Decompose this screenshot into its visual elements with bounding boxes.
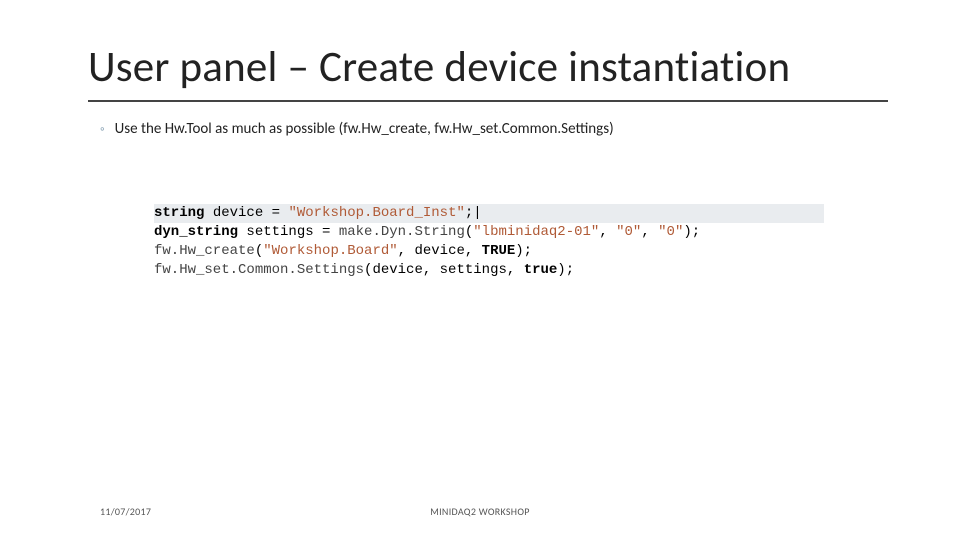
code-token: );: [557, 262, 574, 278]
code-token: device =: [204, 205, 288, 221]
code-token: "0": [616, 224, 641, 240]
code-token: true: [524, 262, 558, 278]
code-token: dyn_string: [154, 224, 238, 240]
bullet-text: Use the Hw.Tool as much as possible (fw.…: [115, 120, 614, 138]
code-token: ,: [599, 224, 616, 240]
code-token: (: [255, 243, 263, 259]
code-token: ,: [641, 224, 658, 240]
code-token: );: [683, 224, 700, 240]
slide: User panel – Create device instantiation…: [0, 0, 960, 540]
bullet-marker-icon: ◦: [100, 122, 105, 137]
code-text: string device = "Workshop.Board_Inst";| …: [154, 204, 700, 280]
code-token: "0": [658, 224, 683, 240]
code-token: fw.Hw_set.Common.Settings: [154, 262, 364, 278]
footer-center: MINIDAQ2 WORKSHOP: [0, 505, 960, 518]
code-token: "lbminidaq2-01": [473, 224, 599, 240]
code-token: (device, settings,: [364, 262, 524, 278]
code-token: fw.Hw_create: [154, 243, 255, 259]
code-token: make.Dyn.String: [339, 224, 465, 240]
code-token: TRUE: [482, 243, 516, 259]
code-token: "Workshop.Board": [263, 243, 397, 259]
code-token: ;|: [465, 205, 482, 221]
title-underline: [88, 100, 888, 102]
code-token: settings =: [238, 224, 339, 240]
code-token: string: [154, 205, 204, 221]
bullet-item: ◦ Use the Hw.Tool as much as possible (f…: [100, 120, 614, 138]
code-token: "Workshop.Board_Inst": [288, 205, 464, 221]
code-token: );: [515, 243, 532, 259]
code-token: , device,: [398, 243, 482, 259]
code-snippet: string device = "Workshop.Board_Inst";| …: [154, 204, 824, 223]
slide-title: User panel – Create device instantiation: [88, 40, 790, 93]
